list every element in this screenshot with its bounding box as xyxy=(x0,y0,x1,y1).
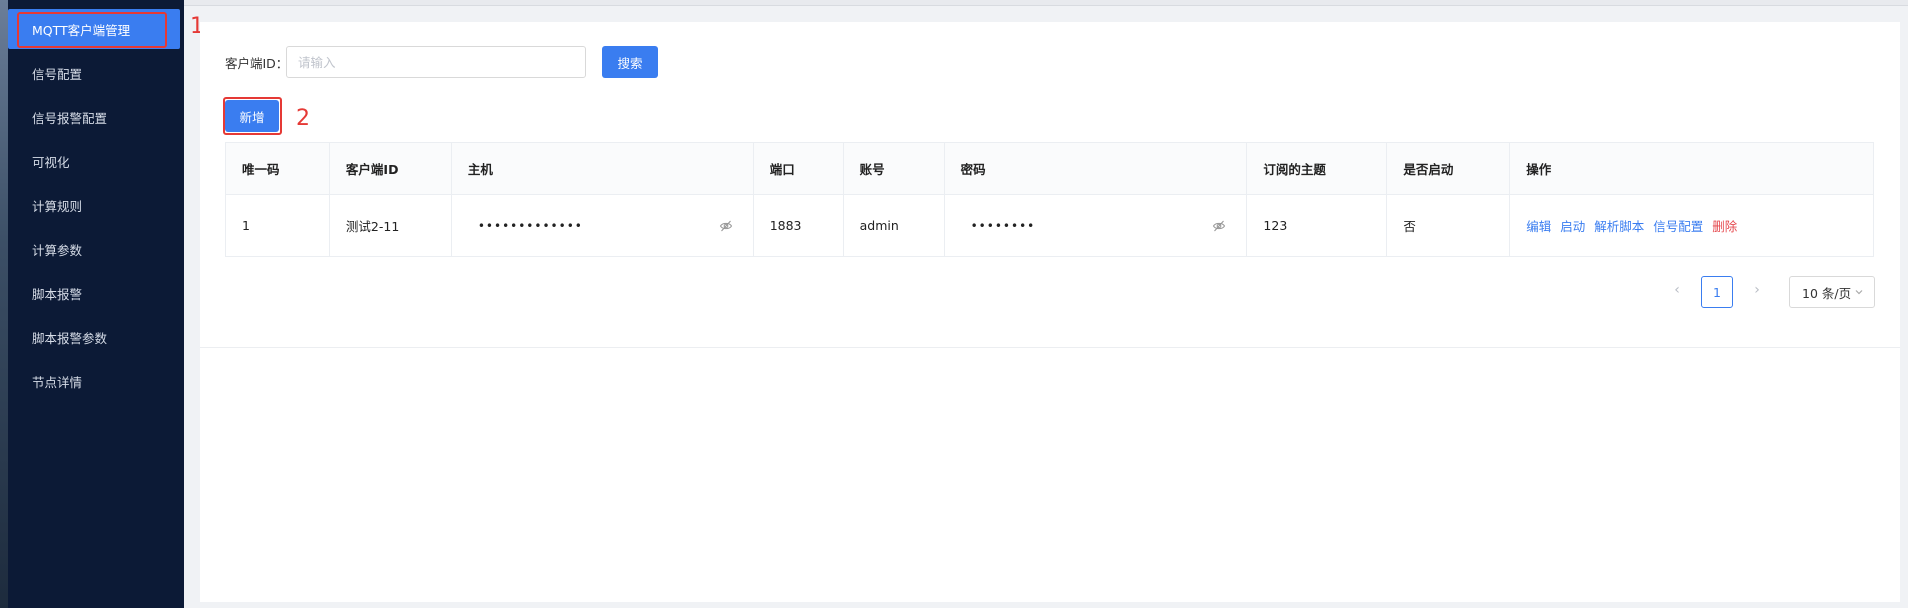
sidebar-item-visualization[interactable]: 可视化 xyxy=(8,141,180,181)
sidebar-item-label: 脚本报警 xyxy=(32,286,83,302)
host-masked-value: ••••••••••••• xyxy=(477,218,583,233)
prev-page-button[interactable]: ‹ xyxy=(1667,280,1687,300)
next-page-button[interactable]: › xyxy=(1747,280,1767,300)
sidebar-item-label: 脚本报警参数 xyxy=(32,330,108,346)
sidebar: MQTT客户端管理 信号配置 信号报警配置 可视化 计算规则 计算参数 脚本报警… xyxy=(0,0,184,608)
client-id-label: 客户端ID： xyxy=(225,56,289,71)
eye-off-icon[interactable] xyxy=(1212,219,1226,233)
sidebar-item-node-details[interactable]: 节点详情 xyxy=(8,361,180,401)
chevron-down-icon xyxy=(1854,285,1864,300)
cell-account: admin xyxy=(843,194,945,257)
eye-off-icon[interactable] xyxy=(719,219,733,233)
delete-link[interactable]: 删除 xyxy=(1712,219,1737,234)
client-id-search-input[interactable] xyxy=(286,46,586,78)
cell-enabled: 否 xyxy=(1386,194,1511,257)
table-header-row: 唯一码 客户端ID 主机 端口 账号 密码 订阅的主题 是否启动 操作 xyxy=(225,142,1874,195)
sidebar-item-label: 可视化 xyxy=(32,154,70,170)
password-masked-value: •••••••• xyxy=(970,218,1036,233)
sidebar-edge-strip xyxy=(0,0,8,608)
column-header-enabled: 是否启动 xyxy=(1386,142,1511,195)
column-header-id: 唯一码 xyxy=(225,142,330,195)
column-header-client-id: 客户端ID xyxy=(329,142,452,195)
annotation-number-2: 2 xyxy=(296,106,310,131)
column-header-password: 密码 xyxy=(944,142,1248,195)
edit-link[interactable]: 编辑 xyxy=(1526,219,1551,234)
sidebar-item-signal-alarm-config[interactable]: 信号报警配置 xyxy=(8,97,180,137)
column-header-port: 端口 xyxy=(753,142,844,195)
column-header-topic: 订阅的主题 xyxy=(1246,142,1388,195)
sidebar-item-mqtt-client[interactable]: MQTT客户端管理 xyxy=(8,9,180,49)
sidebar-item-signal-config[interactable]: 信号配置 xyxy=(8,53,180,93)
sidebar-item-calc-rules[interactable]: 计算规则 xyxy=(8,185,180,225)
search-button[interactable]: 搜索 xyxy=(602,46,658,78)
cell-id: 1 xyxy=(225,194,330,257)
card-divider xyxy=(200,347,1900,348)
column-header-account: 账号 xyxy=(843,142,945,195)
content-card xyxy=(200,22,1900,602)
page-1-button[interactable]: 1 xyxy=(1701,276,1733,308)
start-link[interactable]: 启动 xyxy=(1560,219,1585,234)
sidebar-item-label: 信号报警配置 xyxy=(32,110,108,126)
cell-client-id: 测试2-11 xyxy=(329,194,452,257)
page-size-select[interactable]: 10 条/页 xyxy=(1789,276,1875,308)
column-header-host: 主机 xyxy=(451,142,754,195)
cell-port: 1883 xyxy=(753,194,844,257)
table-row: 1 测试2-11 ••••••••••••• 1883 admin ••••••… xyxy=(225,194,1874,257)
sidebar-item-label: 信号配置 xyxy=(32,66,83,82)
cell-password: •••••••• xyxy=(944,194,1248,257)
sidebar-item-label: 计算规则 xyxy=(32,198,83,214)
mqtt-client-table: 唯一码 客户端ID 主机 端口 账号 密码 订阅的主题 是否启动 操作 1 测试… xyxy=(225,142,1874,257)
add-button[interactable]: 新增 xyxy=(225,100,279,132)
signal-config-link[interactable]: 信号配置 xyxy=(1653,219,1703,234)
parse-script-link[interactable]: 解析脚本 xyxy=(1594,219,1644,234)
top-bar xyxy=(184,0,1908,6)
sidebar-item-calc-params[interactable]: 计算参数 xyxy=(8,229,180,269)
column-header-actions: 操作 xyxy=(1509,142,1874,195)
sidebar-item-script-alarm-params[interactable]: 脚本报警参数 xyxy=(8,317,180,357)
page-size-value: 10 条/页 xyxy=(1802,285,1852,301)
sidebar-item-label: MQTT客户端管理 xyxy=(32,22,131,38)
sidebar-item-label: 节点详情 xyxy=(32,374,83,390)
sidebar-item-script-alarm[interactable]: 脚本报警 xyxy=(8,273,180,313)
cell-host: ••••••••••••• xyxy=(451,194,754,257)
sidebar-item-label: 计算参数 xyxy=(32,242,83,258)
cell-actions: 编辑 启动 解析脚本 信号配置 删除 xyxy=(1510,195,1874,257)
cell-topic: 123 xyxy=(1246,194,1388,257)
